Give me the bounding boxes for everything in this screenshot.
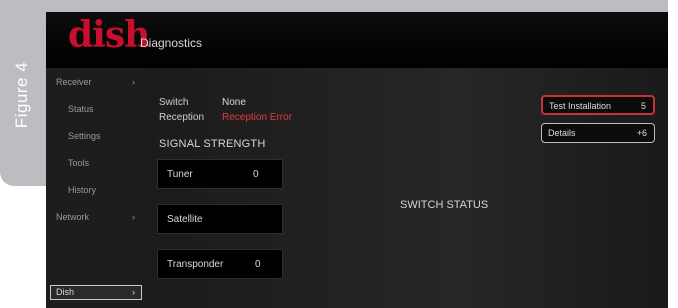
- sidebar-item-receiver[interactable]: Receiver: [56, 77, 92, 87]
- signal-strength-heading: SIGNAL STRENGTH: [159, 138, 266, 150]
- page-title: Diagnostics: [140, 36, 203, 50]
- details-button[interactable]: Details +6: [541, 123, 655, 143]
- figure-label-text: Figure 4: [12, 61, 31, 129]
- test-installation-value: 5: [640, 101, 646, 111]
- reception-label: Reception: [159, 112, 205, 123]
- diagnostics-panel: Switch None Reception Reception Error SI…: [146, 68, 668, 308]
- tuner-value: 0: [253, 169, 259, 180]
- transponder-signal-box: Transponder 0: [157, 249, 283, 279]
- reception-error-value: Reception Error: [222, 112, 293, 123]
- details-value: +6: [636, 128, 647, 138]
- test-installation-button[interactable]: Test Installation 5: [541, 95, 655, 115]
- chevron-right-icon: ›: [132, 287, 135, 297]
- chevron-right-icon: ›: [132, 77, 135, 87]
- satellite-signal-box: Satellite: [157, 204, 283, 234]
- dish-logo: dish: [68, 14, 150, 56]
- switch-status-heading: SWITCH STATUS: [400, 199, 489, 211]
- test-installation-label: Test Installation: [549, 101, 612, 111]
- sidebar-item-settings[interactable]: Settings: [68, 131, 101, 141]
- tuner-signal-box: Tuner 0: [157, 159, 283, 189]
- figure-frame-top: [0, 0, 668, 12]
- tuner-label: Tuner: [167, 169, 193, 180]
- switch-value: None: [222, 97, 246, 108]
- header-bar: dish Diagnostics: [46, 12, 668, 69]
- tv-screen: dish Diagnostics Receiver › Status Setti…: [46, 12, 668, 308]
- figure-label: Figure 4: [4, 50, 40, 140]
- sidebar: Receiver › Status Settings Tools History…: [46, 68, 146, 308]
- sidebar-item-status[interactable]: Status: [68, 104, 94, 114]
- switch-label: Switch: [159, 97, 189, 108]
- satellite-label: Satellite: [167, 214, 203, 225]
- transponder-value: 0: [255, 259, 261, 270]
- transponder-label: Transponder: [167, 259, 224, 270]
- details-label: Details: [548, 128, 576, 138]
- sidebar-item-network[interactable]: Network: [56, 212, 89, 222]
- sidebar-item-dish[interactable]: Dish: [56, 287, 74, 297]
- chevron-right-icon: ›: [132, 212, 135, 222]
- sidebar-item-tools[interactable]: Tools: [68, 158, 89, 168]
- figure-frame-side: Figure 4: [0, 0, 46, 186]
- sidebar-item-history[interactable]: History: [68, 185, 96, 195]
